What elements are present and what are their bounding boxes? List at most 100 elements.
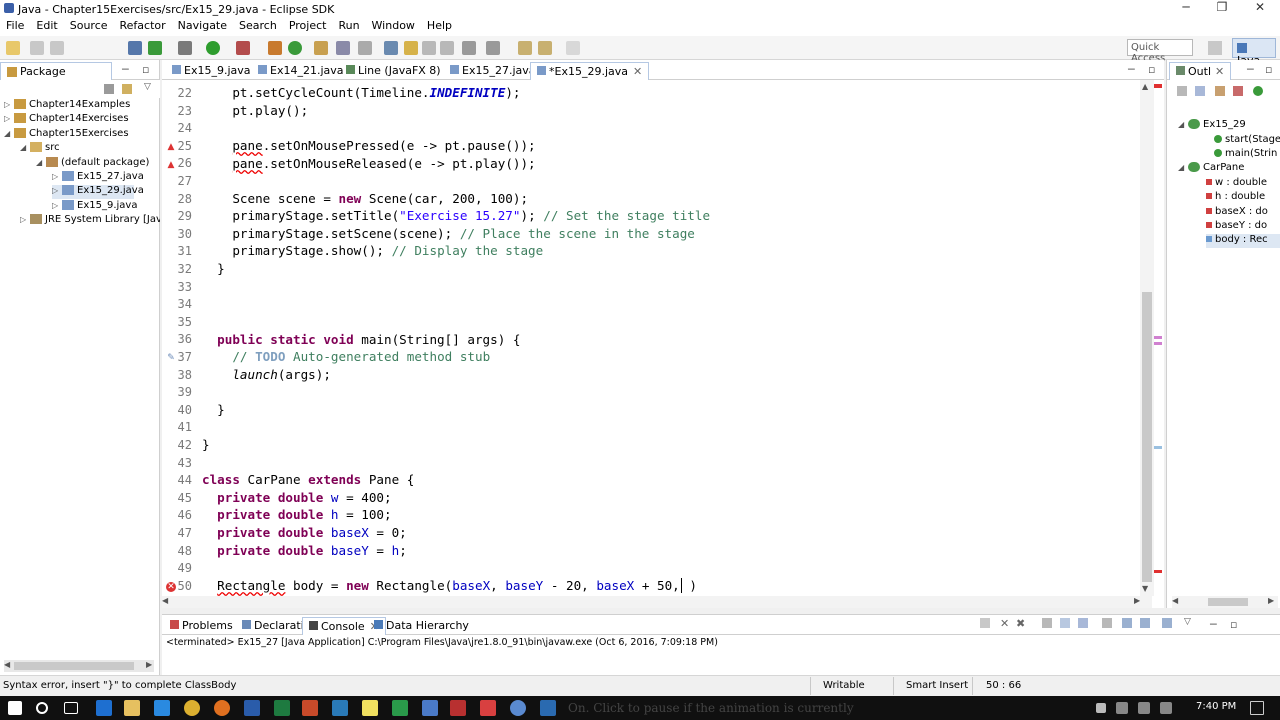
previous-annotation-icon[interactable] bbox=[486, 41, 500, 55]
terminate-icon[interactable] bbox=[980, 618, 990, 628]
network-icon[interactable] bbox=[1116, 702, 1128, 714]
menu-source[interactable]: Source bbox=[64, 18, 114, 36]
new-java-project-icon[interactable] bbox=[268, 41, 282, 55]
java-perspective-button[interactable]: Java bbox=[1232, 38, 1276, 67]
occurrence-overview-mark[interactable] bbox=[1154, 342, 1162, 345]
tree-item-ex15-27[interactable]: ▷ Ex15_27.java bbox=[52, 171, 144, 185]
scroll-left-icon[interactable]: ◀ bbox=[4, 660, 10, 669]
close-icon[interactable]: ✕ bbox=[633, 65, 642, 78]
windows-start-icon[interactable] bbox=[8, 701, 22, 715]
tree-item-chapter14exercises[interactable]: ▷ Chapter14Exercises bbox=[4, 113, 129, 127]
run-icon[interactable] bbox=[206, 41, 220, 55]
tree-item-default-package[interactable]: ◢ (default package) bbox=[36, 157, 149, 171]
close-button[interactable]: ✕ bbox=[1242, 0, 1278, 18]
word-wrap-icon[interactable] bbox=[1078, 618, 1088, 628]
debug-icon[interactable] bbox=[148, 41, 162, 55]
outline-item-ex15-29[interactable]: ◢ Ex15_29 bbox=[1178, 119, 1246, 133]
package-explorer-hscroll[interactable]: ◀ ▶ bbox=[4, 660, 154, 672]
scroll-thumb[interactable] bbox=[14, 662, 134, 670]
edge-icon[interactable] bbox=[96, 700, 112, 716]
collapse-icon[interactable]: ◢ bbox=[1178, 120, 1188, 129]
task-overview-mark[interactable] bbox=[1154, 446, 1162, 449]
skip-breakpoints-icon[interactable] bbox=[128, 41, 142, 55]
outline-hscroll[interactable]: ◀ ▶ bbox=[1172, 596, 1278, 608]
mark-occurrences-icon[interactable] bbox=[404, 41, 418, 55]
editor-horizontal-scrollbar[interactable]: ◀ ▶ bbox=[162, 596, 1152, 608]
external-tools-icon[interactable] bbox=[236, 41, 250, 55]
editor-scroll-thumb[interactable] bbox=[1142, 292, 1152, 582]
pin-console-icon[interactable] bbox=[1122, 618, 1132, 628]
tree-item-jre-system-library[interactable]: ▷ JRE System Library [JavaS bbox=[20, 214, 160, 228]
minimize-view-icon[interactable]: ─ bbox=[122, 63, 129, 76]
show-on-output-icon[interactable] bbox=[1102, 618, 1112, 628]
coverage-icon[interactable] bbox=[178, 41, 192, 55]
acrobat-icon[interactable] bbox=[450, 700, 466, 716]
expand-icon[interactable]: ▷ bbox=[52, 201, 62, 210]
overview-ruler[interactable] bbox=[1154, 80, 1164, 596]
tab-problems[interactable]: Problems bbox=[164, 617, 239, 635]
menu-file[interactable]: File bbox=[0, 18, 30, 36]
expand-icon[interactable]: ▷ bbox=[4, 100, 14, 109]
open-task-icon[interactable] bbox=[384, 41, 398, 55]
save-icon[interactable] bbox=[30, 41, 44, 55]
error-overview-mark[interactable] bbox=[1154, 84, 1162, 88]
menu-run[interactable]: Run bbox=[332, 18, 365, 36]
menu-navigate[interactable]: Navigate bbox=[172, 18, 233, 36]
tree-item-chapter15exercises[interactable]: ◢ Chapter15Exercises bbox=[4, 128, 129, 142]
collapse-icon[interactable]: ◢ bbox=[20, 143, 30, 152]
tree-item-chapter14examples[interactable]: ▷ Chapter14Examples bbox=[4, 99, 130, 113]
scroll-thumb[interactable] bbox=[1208, 598, 1248, 606]
hide-fields-icon[interactable] bbox=[1215, 86, 1225, 96]
collapse-icon[interactable]: ◢ bbox=[4, 129, 14, 138]
expand-icon[interactable]: ▷ bbox=[52, 186, 62, 195]
scroll-left-icon[interactable]: ◀ bbox=[162, 596, 168, 605]
outline-item-start[interactable]: start(Stage bbox=[1214, 134, 1280, 148]
tab-outline[interactable]: Outl ✕ bbox=[1169, 62, 1232, 80]
outline-item-basey[interactable]: baseY : do bbox=[1206, 220, 1280, 234]
file-explorer-icon[interactable] bbox=[124, 700, 140, 716]
expand-icon[interactable]: ▷ bbox=[4, 114, 14, 123]
error-overview-mark[interactable] bbox=[1154, 570, 1162, 573]
tab-package-explorer[interactable]: Package Explorer ✕ bbox=[0, 62, 112, 91]
tab-ex14-21[interactable]: Ex14_21.java bbox=[252, 62, 350, 80]
last-edit-location-icon[interactable] bbox=[518, 41, 532, 55]
remove-launch-icon[interactable]: ✕ bbox=[1000, 617, 1009, 630]
next-annotation-icon[interactable] bbox=[462, 41, 476, 55]
sort-icon[interactable] bbox=[1195, 86, 1205, 96]
minimize-view-icon[interactable]: ─ bbox=[1247, 63, 1254, 76]
scroll-right-icon[interactable]: ▶ bbox=[1268, 596, 1274, 605]
taskbar-clock[interactable]: 7:40 PM bbox=[1196, 701, 1236, 712]
occurrence-overview-mark[interactable] bbox=[1154, 336, 1162, 339]
outline-item-carpane[interactable]: ◢ CarPane bbox=[1178, 162, 1244, 176]
word-icon[interactable] bbox=[244, 700, 260, 716]
maximize-view-icon[interactable]: ▫ bbox=[142, 63, 149, 76]
outline-item-h[interactable]: h : double bbox=[1206, 191, 1280, 205]
outline-item-basex[interactable]: baseX : do bbox=[1206, 206, 1280, 220]
close-icon[interactable]: ✕ bbox=[1215, 65, 1224, 78]
tree-item-ex15-29[interactable]: ▷ Ex15_29.java bbox=[52, 185, 144, 199]
tray-chevron-icon[interactable] bbox=[1096, 703, 1106, 713]
outline-item-main[interactable]: main(Strin bbox=[1214, 148, 1280, 162]
view-menu-icon[interactable]: ▽ bbox=[1184, 617, 1191, 627]
block-selection-icon[interactable] bbox=[422, 41, 436, 55]
hide-static-icon[interactable] bbox=[1233, 86, 1243, 96]
tree-item-ex15-9[interactable]: ▷ Ex15_9.java bbox=[52, 200, 137, 214]
minimize-editor-icon[interactable]: ─ bbox=[1128, 63, 1135, 76]
collapse-icon[interactable]: ◢ bbox=[36, 158, 46, 167]
app-icon[interactable] bbox=[510, 700, 526, 716]
scroll-right-icon[interactable]: ▶ bbox=[146, 660, 152, 669]
firefox-icon[interactable] bbox=[214, 700, 230, 716]
tab-line-javafx8[interactable]: Line (JavaFX 8) bbox=[340, 62, 447, 80]
new-package-icon[interactable] bbox=[288, 41, 302, 55]
tab-ex15-29[interactable]: *Ex15_29.java ✕ bbox=[530, 62, 650, 80]
warning-marker-icon[interactable]: ▲ bbox=[166, 160, 176, 170]
collapse-icon[interactable]: ◢ bbox=[1178, 163, 1188, 172]
tree-item-src[interactable]: ◢ src bbox=[20, 142, 60, 156]
powerpoint-icon[interactable] bbox=[302, 700, 318, 716]
menu-help[interactable]: Help bbox=[421, 18, 458, 36]
notifications-icon[interactable] bbox=[1250, 701, 1264, 715]
minimize-view-icon[interactable]: ─ bbox=[1210, 618, 1217, 631]
menu-search[interactable]: Search bbox=[233, 18, 283, 36]
scroll-right-icon[interactable]: ▶ bbox=[1134, 596, 1140, 605]
save-all-icon[interactable] bbox=[50, 41, 64, 55]
